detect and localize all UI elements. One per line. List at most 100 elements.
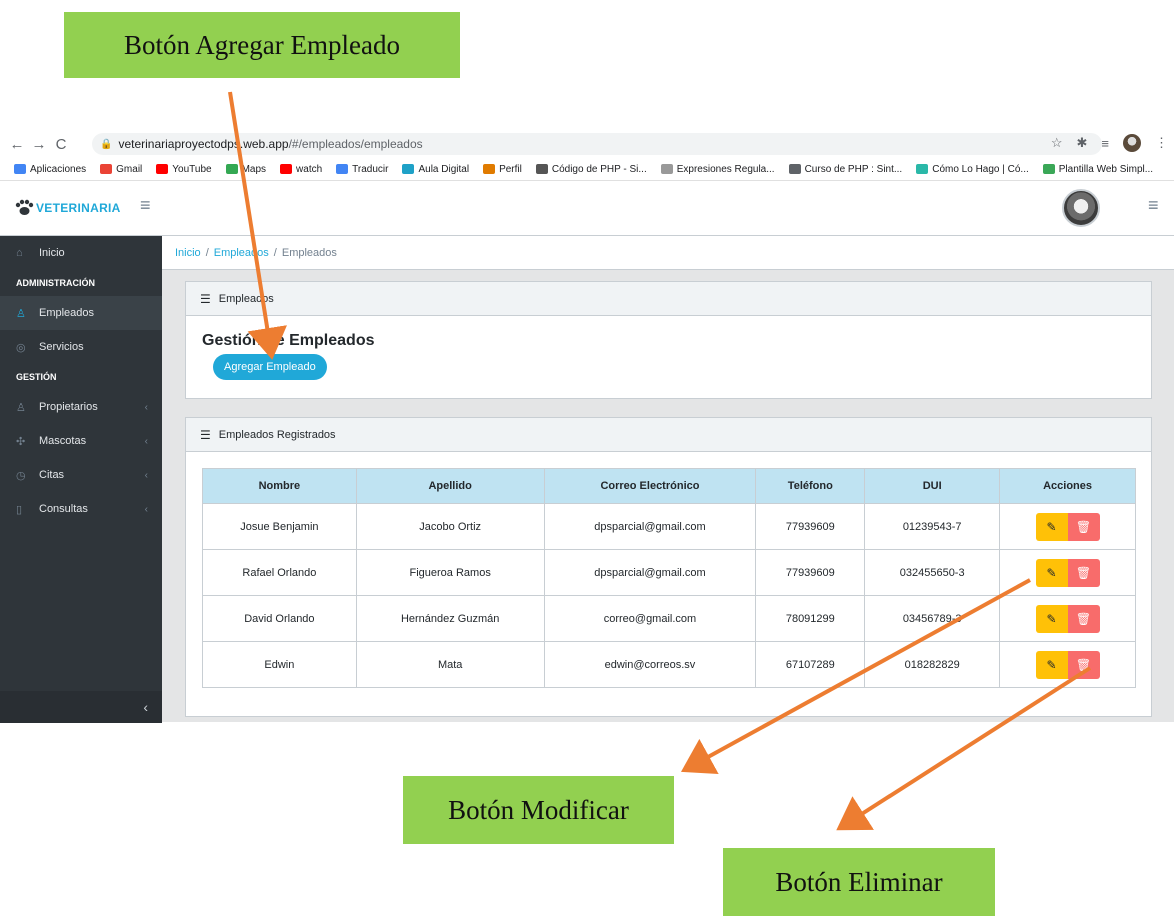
- cell-acciones: ✎ 🗑: [999, 503, 1136, 550]
- chevron-left-icon: ‹: [144, 401, 148, 413]
- card-header: ☰ Empleados Registrados: [186, 418, 1151, 452]
- aside-menu-icon[interactable]: ≡: [1148, 195, 1159, 216]
- bookmark-item[interactable]: Código de PHP - Si...: [535, 164, 647, 175]
- cell-correo: dpsparcial@gmail.com: [543, 549, 757, 596]
- bookmark-item[interactable]: Maps: [225, 164, 266, 175]
- sidebar-minimizer[interactable]: ‹: [0, 691, 162, 723]
- page-title: Gestión de Empleados: [202, 332, 375, 349]
- registered-employees-card: ☰ Empleados Registrados Nombre Apellido …: [185, 417, 1152, 717]
- paw-logo-icon: [15, 199, 34, 215]
- breadcrumb-inicio[interactable]: Inicio: [175, 247, 201, 259]
- edit-button[interactable]: ✎: [1035, 604, 1068, 633]
- browser-profile-avatar[interactable]: [1123, 134, 1141, 152]
- cell-dui: 018282829: [864, 641, 1001, 688]
- bookmark-item[interactable]: Aplicaciones: [14, 164, 86, 175]
- bookmark-item[interactable]: Traducir: [336, 164, 388, 175]
- cell-dui: 032455650-3: [864, 549, 1001, 596]
- sidebar-item-servicios[interactable]: ◎ Servicios: [0, 330, 162, 364]
- youtube-icon: [280, 164, 293, 174]
- sidebar-item-inicio[interactable]: ⌂ Inicio: [0, 236, 162, 270]
- sidebar-item-consultas[interactable]: ▯ Consultas ‹: [0, 492, 162, 526]
- callout-delete-button: Botón Eliminar: [723, 848, 995, 916]
- check-circle-icon: ◎: [16, 341, 26, 354]
- delete-button[interactable]: 🗑: [1067, 604, 1100, 633]
- bookmark-item[interactable]: Plantilla Web Simpl...: [1042, 164, 1153, 175]
- cell-apellido: Mata: [355, 641, 545, 688]
- back-icon[interactable]: ←: [6, 136, 28, 153]
- list-icon: ☰: [200, 291, 211, 306]
- edit-button[interactable]: ✎: [1035, 558, 1068, 587]
- translate-icon: [336, 164, 349, 174]
- app-header: VETERINARIA ≡ ≡: [0, 181, 1174, 236]
- home-icon: ⌂: [16, 247, 23, 259]
- cell-correo: dpsparcial@gmail.com: [543, 503, 757, 550]
- browser-menu-icon[interactable]: ⋮: [1155, 135, 1168, 151]
- php-icon: [535, 164, 548, 174]
- callout-edit-button: Botón Modificar: [403, 776, 674, 844]
- bookmark-item[interactable]: Expresiones Regula...: [660, 164, 775, 175]
- forward-icon[interactable]: →: [28, 136, 50, 153]
- pencil-icon: ✎: [1046, 565, 1057, 580]
- column-header: Apellido: [355, 468, 545, 504]
- browser-toolbar: ☆ ✱ ≡ ⋮: [1051, 134, 1168, 152]
- bookmarks-bar: Aplicaciones Gmail YouTube Maps watch Tr…: [0, 158, 1174, 180]
- chevron-left-icon: ‹: [144, 435, 148, 447]
- list-icon: ☰: [200, 427, 211, 442]
- sidebar-section-admin: ADMINISTRACIÓN: [16, 278, 95, 288]
- template-icon: [1042, 164, 1055, 174]
- pencil-icon: ✎: [1046, 657, 1057, 672]
- star-icon[interactable]: ☆: [1051, 135, 1063, 151]
- bookmark-item[interactable]: Curso de PHP : Sint...: [788, 164, 902, 175]
- user-icon: ♙: [16, 401, 26, 414]
- breadcrumb-empleados[interactable]: Empleados: [214, 247, 269, 259]
- bookmark-item[interactable]: Gmail: [100, 164, 142, 175]
- table-row: Edwin Mata edwin@correos.sv 67107289 018…: [202, 641, 1136, 688]
- brand-name: VETERINARIA: [36, 201, 121, 215]
- chevron-left-icon: ‹: [144, 503, 148, 515]
- cell-acciones: ✎ 🗑: [999, 595, 1136, 642]
- bookmark-item[interactable]: Aula Digital: [402, 164, 469, 175]
- edit-button[interactable]: ✎: [1035, 650, 1068, 679]
- lock-icon: 🔒: [100, 138, 113, 150]
- add-employee-button[interactable]: Agregar Empleado: [213, 354, 327, 380]
- url-path: /#/empleados/empleados: [288, 137, 423, 151]
- delete-button[interactable]: 🗑: [1067, 650, 1100, 679]
- brand-logo[interactable]: VETERINARIA: [14, 199, 121, 217]
- trash-icon: 🗑: [1075, 519, 1092, 534]
- bookmark-item[interactable]: Cómo Lo Hago | Có...: [916, 164, 1029, 175]
- sidebar-toggle-icon[interactable]: ≡: [140, 195, 151, 216]
- reload-icon[interactable]: C: [50, 136, 72, 153]
- bookmark-item[interactable]: Perfil: [483, 164, 522, 175]
- cell-dui: 01239543-7: [864, 503, 1001, 550]
- url-field[interactable]: 🔒 veterinariaproyectodps.web.app/#/emple…: [92, 133, 1102, 155]
- breadcrumb: Inicio / Empleados / Empleados: [162, 236, 1174, 270]
- table-row: David Orlando Hernández Guzmán correo@gm…: [202, 595, 1136, 642]
- address-bar: ← → C 🔒 veterinariaproyectodps.web.app/#…: [0, 130, 1174, 158]
- chevron-left-icon: ‹: [143, 699, 148, 715]
- table-row: Rafael Orlando Figueroa Ramos dpsparcial…: [202, 549, 1136, 596]
- edit-button[interactable]: ✎: [1035, 512, 1068, 541]
- chevron-left-icon: ‹: [144, 469, 148, 481]
- column-header: Teléfono: [755, 468, 866, 504]
- avatar[interactable]: [1062, 189, 1100, 227]
- pencil-icon: ✎: [1046, 611, 1057, 626]
- cell-dui: 03456789-3: [864, 595, 1001, 642]
- url-host: veterinariaproyectodps.web.app: [118, 137, 289, 151]
- sidebar-item-citas[interactable]: ◷ Citas ‹: [0, 458, 162, 492]
- bookmark-item[interactable]: YouTube: [156, 164, 212, 175]
- sidebar-item-empleados[interactable]: ♙ Empleados: [0, 296, 162, 330]
- paw-icon: ✣: [16, 435, 26, 448]
- cell-telefono: 77939609: [755, 503, 866, 550]
- delete-button[interactable]: 🗑: [1067, 558, 1100, 587]
- sidebar-item-propietarios[interactable]: ♙ Propietarios ‹: [0, 390, 162, 424]
- cell-nombre: Edwin: [202, 641, 357, 688]
- reading-list-icon[interactable]: ≡: [1101, 136, 1109, 151]
- callout-add-employee: Botón Agregar Empleado: [64, 12, 460, 78]
- cell-apellido: Figueroa Ramos: [355, 549, 545, 596]
- cell-apellido: Jacobo Ortiz: [355, 503, 545, 550]
- bookmark-item[interactable]: watch: [280, 164, 322, 175]
- cell-correo: edwin@correos.sv: [543, 641, 757, 688]
- delete-button[interactable]: 🗑: [1067, 512, 1100, 541]
- sidebar-item-mascotas[interactable]: ✣ Mascotas ‹: [0, 424, 162, 458]
- extensions-icon[interactable]: ✱: [1077, 135, 1088, 151]
